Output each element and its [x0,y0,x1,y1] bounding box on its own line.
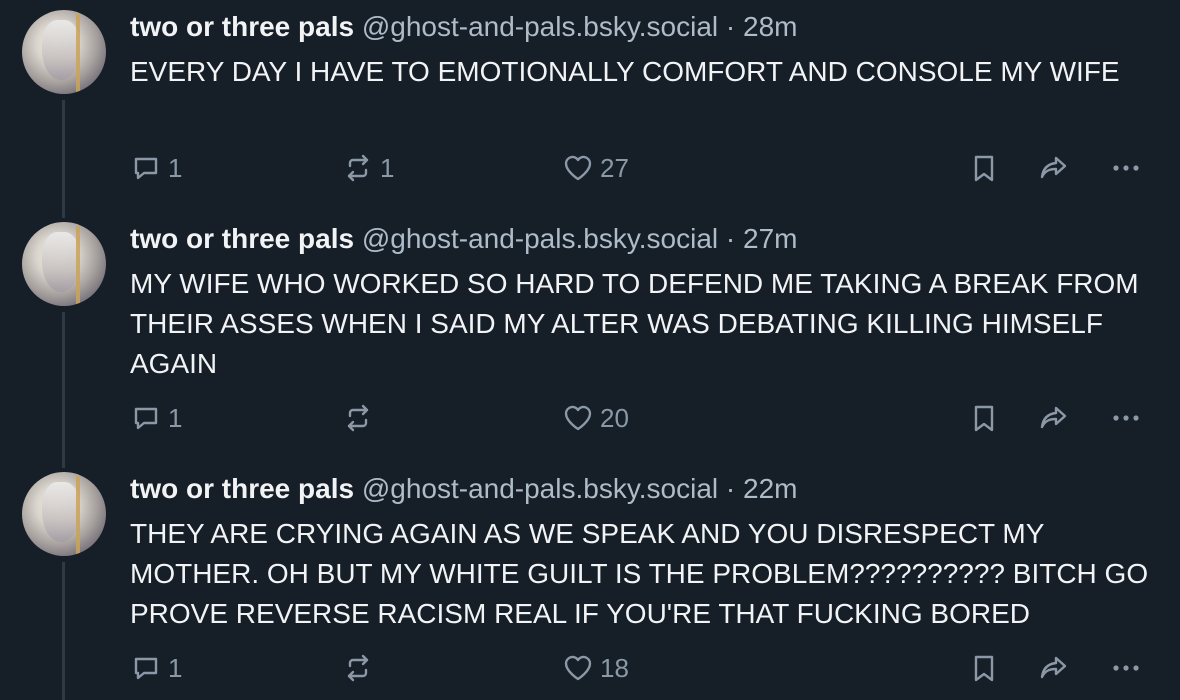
bookmark-button[interactable] [968,398,1000,438]
avatar[interactable] [22,472,106,556]
post[interactable]: two or three pals @ghost-and-pals.bsky.s… [0,212,1180,462]
display-name[interactable]: two or three pals [130,11,354,42]
bookmark-icon [974,405,994,432]
post-thread: two or three pals @ghost-and-pals.bsky.s… [0,0,1180,700]
timestamp[interactable]: 27m [743,223,797,254]
bookmark-button[interactable] [968,648,1000,688]
post-text: THEY ARE CRYING AGAIN AS WE SPEAK AND YO… [130,518,1149,629]
share-button[interactable] [1038,648,1070,688]
share-icon [1040,656,1067,679]
like-count: 20 [600,402,629,433]
reply-icon [134,157,158,180]
repost-button[interactable]: 1 [342,148,394,188]
heart-icon [564,155,592,181]
separator: · [725,223,736,254]
reply-count: 1 [168,402,183,433]
post-actions: 1 18 [130,648,1160,688]
repost-button[interactable] [342,648,380,688]
display-name[interactable]: two or three pals [130,473,354,504]
post-header: two or three pals @ghost-and-pals.bsky.s… [130,222,1150,256]
bookmark-button[interactable] [968,148,1000,188]
repost-icon [347,654,369,682]
bookmark-icon [974,655,994,682]
avatar-column [22,222,106,306]
more-button[interactable] [1110,648,1142,688]
heart-icon [564,405,592,431]
handle[interactable]: @ghost-and-pals.bsky.social [362,473,718,504]
share-icon [1040,406,1067,429]
post-actions: 1 1 27 [130,148,1160,188]
avatar[interactable] [22,10,106,94]
post-body: two or three pals @ghost-and-pals.bsky.s… [130,222,1150,384]
more-button[interactable] [1110,148,1142,188]
post-actions: 1 20 [130,398,1160,438]
reply-button[interactable]: 1 [130,648,182,688]
heart-icon [564,655,592,681]
post[interactable]: two or three pals @ghost-and-pals.bsky.s… [0,462,1180,700]
like-count: 27 [600,152,629,183]
post-text: MY WIFE WHO WORKED SO HARD TO DEFEND ME … [130,268,1139,379]
like-button[interactable]: 18 [562,648,629,688]
avatar-column [22,10,106,94]
share-icon [1040,156,1067,179]
post-header: two or three pals @ghost-and-pals.bsky.s… [130,472,1150,506]
repost-button[interactable] [342,398,380,438]
share-button[interactable] [1038,398,1070,438]
more-icon [1113,165,1139,171]
repost-count: 1 [380,152,395,183]
more-icon [1113,665,1139,671]
reply-button[interactable]: 1 [130,398,182,438]
handle[interactable]: @ghost-and-pals.bsky.social [362,11,718,42]
share-button[interactable] [1038,148,1070,188]
repost-icon [347,404,369,432]
reply-count: 1 [168,152,183,183]
post-body: two or three pals @ghost-and-pals.bsky.s… [130,10,1150,92]
avatar-column [22,472,106,556]
post-header: two or three pals @ghost-and-pals.bsky.s… [130,10,1150,44]
like-button[interactable]: 27 [562,148,629,188]
reply-icon [134,407,158,430]
like-button[interactable]: 20 [562,398,629,438]
reply-icon [134,657,158,680]
reply-button[interactable]: 1 [130,148,182,188]
separator: · [725,11,736,42]
post-text: EVERY DAY I HAVE TO EMOTIONALLY COMFORT … [130,56,1120,87]
handle[interactable]: @ghost-and-pals.bsky.social [362,223,718,254]
bookmark-icon [974,155,994,182]
display-name[interactable]: two or three pals [130,223,354,254]
separator: · [725,473,736,504]
reply-count: 1 [168,652,183,683]
post-body: two or three pals @ghost-and-pals.bsky.s… [130,472,1150,634]
like-count: 18 [600,652,629,683]
more-icon [1113,415,1139,421]
avatar[interactable] [22,222,106,306]
post[interactable]: two or three pals @ghost-and-pals.bsky.s… [0,0,1180,212]
more-button[interactable] [1110,398,1142,438]
repost-icon [347,154,369,182]
timestamp[interactable]: 28m [743,11,797,42]
timestamp[interactable]: 22m [743,473,797,504]
